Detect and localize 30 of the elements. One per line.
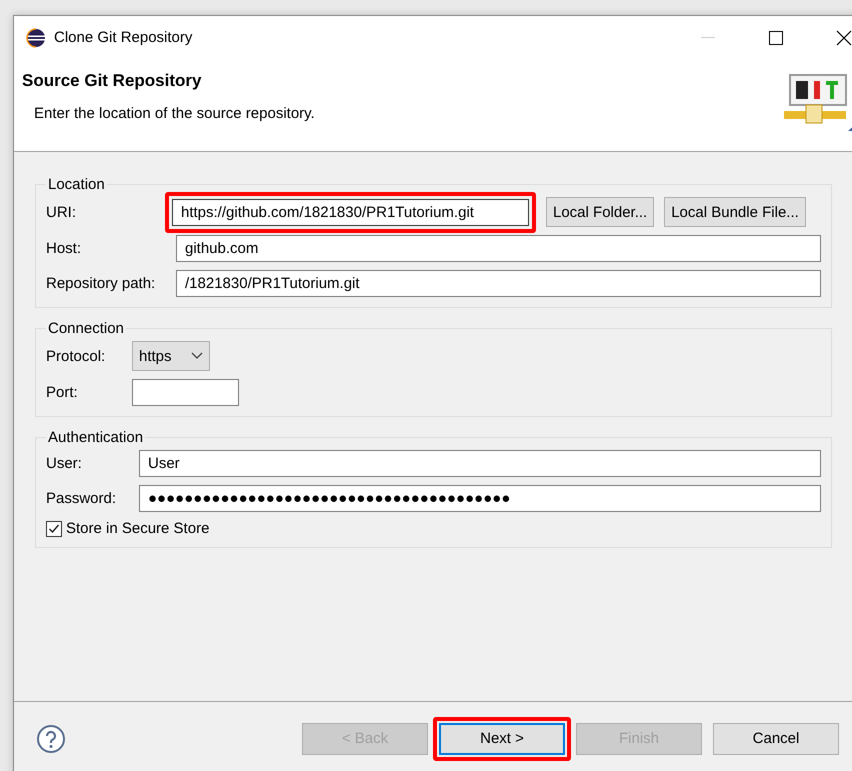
checkmark-icon [48,522,60,534]
group-title: Authentication [47,429,144,446]
port-field[interactable] [132,379,239,406]
field-label: URI: [46,204,77,220]
field-label: Password: [46,490,118,507]
page-title: Source Git Repository [22,71,202,91]
page-description: Enter the location of the source repository. [34,105,316,122]
checkbox[interactable] [46,520,62,536]
field-label: Host: [46,240,82,257]
window-title: Clone Git Repository [54,29,194,46]
dialog-button[interactable]: Next > [439,722,565,754]
checkbox-label: Store in Secure Store [66,520,210,537]
field-label: Port: [46,384,79,401]
help-icon[interactable] [36,724,66,754]
field-label: Protocol: [46,348,106,364]
protocol-dropdown[interactable]: https [132,341,210,371]
group-title: Location [47,176,106,193]
dialog-button[interactable]: Cancel [713,722,839,754]
group-title: Connection [47,320,125,337]
field-label: User: [46,455,83,472]
browse-button[interactable]: Local Folder... [546,197,654,227]
input-field[interactable]: github.com [176,235,821,262]
field-label: Repository path: [46,275,156,292]
uri-field[interactable]: https://github.com/1821830/PR1Tutorium.git [172,198,529,226]
input-field[interactable]: /1821830/PR1Tutorium.git [176,270,821,297]
chevron-icon [191,352,203,360]
input-field[interactable]: User [139,450,821,477]
eclipse-logo-icon [26,28,46,48]
browse-button[interactable]: Local Bundle File... [664,197,806,227]
input-field[interactable]: ●●●●●●●●●●●●●●●●●●●●●●●●●●●●●●●●●●●●●●●● [139,485,821,512]
